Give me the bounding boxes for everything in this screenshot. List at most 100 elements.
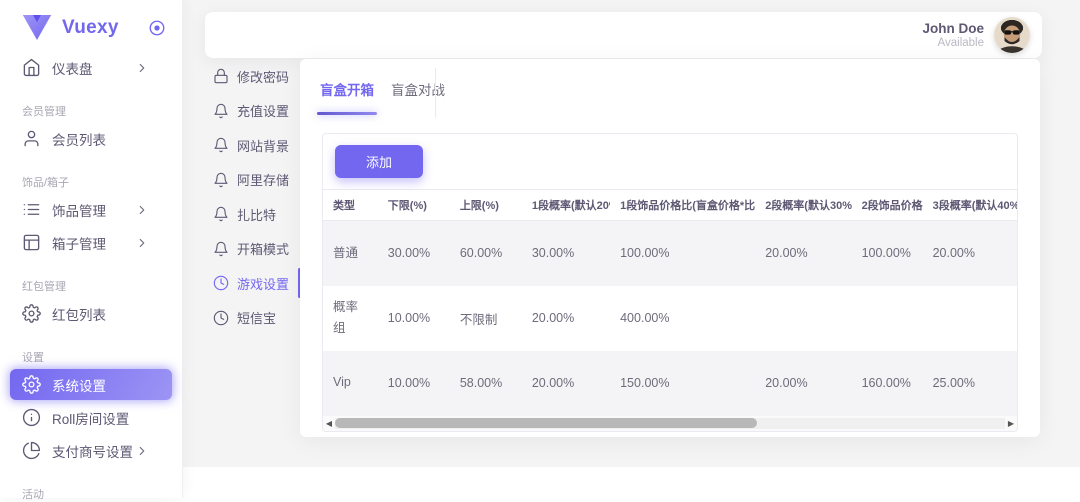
chevron-right-icon xyxy=(135,203,149,217)
table-row: 普通 30.00% 60.00% 30.00% 100.00% 20.00% 1… xyxy=(323,221,1017,286)
cell-lower: 30.00% xyxy=(378,221,450,286)
sidebar-section-redpacket: 红包管理 xyxy=(10,278,172,294)
sidebar-item-roll-room-settings[interactable]: Roll房间设置 xyxy=(10,402,172,433)
sidebar-item-label: 会员列表 xyxy=(52,129,106,149)
sidebar-item-payment-merchant-settings[interactable]: 支付商号设置 xyxy=(10,435,172,466)
cell-value: 概率组 xyxy=(333,297,367,340)
col-header-stage1-prob: 1段概率(默认20%) xyxy=(522,190,610,221)
sidebar-item-box-management[interactable]: 箱子管理 xyxy=(10,227,172,258)
cell-s2-ratio: 100.00% xyxy=(852,221,923,286)
settings-item-label: 阿里存储 xyxy=(237,170,289,189)
cell-value: Vip xyxy=(333,372,351,393)
main-sidebar: Vuexy 仪表盘 会员管理 会员列表 饰品/箱子 饰品管理 箱子管理 红包管理… xyxy=(0,0,183,498)
col-header-stage1-price-ratio: 1段饰品价格比(盲盒价格*比例) xyxy=(610,190,755,221)
sidebar-item-redpacket-list[interactable]: 红包列表 xyxy=(10,298,172,329)
cell-s2-prob: 20.00% xyxy=(755,351,851,416)
bell-icon xyxy=(213,172,229,188)
cell-upper: 58.00% xyxy=(450,351,522,416)
sidebar-section-items-boxes: 饰品/箱子 xyxy=(10,174,172,190)
sidebar-item-member-list[interactable]: 会员列表 xyxy=(10,123,172,154)
cell-type: 概率组 xyxy=(323,286,378,351)
bell-icon xyxy=(213,137,229,153)
cell-s1-prob: 20.00% xyxy=(522,351,610,416)
sidebar-item-system-settings[interactable]: 系统设置 xyxy=(10,369,172,400)
tab-blindbox-battle[interactable]: 盲盒对战 xyxy=(391,59,445,118)
probability-table: 类型 下限(%) 上限(%) 1段概率(默认20%) 1段饰品价格比(盲盒价格*… xyxy=(323,189,1017,416)
gear-icon xyxy=(22,375,41,394)
settings-item-label: 网站背景 xyxy=(237,136,289,155)
settings-item-site-background[interactable]: 网站背景 xyxy=(213,133,283,157)
brand-header: Vuexy xyxy=(0,0,182,46)
col-header-type: 类型 xyxy=(323,190,378,221)
col-header-lower-limit: 下限(%) xyxy=(378,190,450,221)
cell-s3-prob xyxy=(923,286,1017,351)
tab-blindbox-open[interactable]: 盲盒开箱 xyxy=(320,59,374,118)
col-header-upper-limit: 上限(%) xyxy=(450,190,522,221)
chevron-right-icon xyxy=(135,444,149,458)
probability-table-card: 添加 类型 下限(%) 上限(%) 1段概率(默认20%) 1段饰品价格比(盲盒… xyxy=(322,133,1018,432)
user-info: John Doe Available xyxy=(922,21,984,49)
settings-item-recharge[interactable]: 充值设置 xyxy=(213,99,283,123)
cell-type: Vip xyxy=(323,351,378,416)
col-header-stage2-prob: 2段概率(默认30%) xyxy=(755,190,851,221)
clock-icon xyxy=(213,310,229,326)
table-row: 概率组 10.00% 不限制 20.00% 400.00% xyxy=(323,286,1017,351)
user-icon xyxy=(22,129,41,148)
scrollbar-thumb[interactable] xyxy=(335,418,757,428)
table-toolbar: 添加 xyxy=(323,134,1017,189)
user-name: John Doe xyxy=(922,21,984,36)
settings-item-game-settings[interactable]: 游戏设置 xyxy=(213,271,283,295)
scroll-left-arrow-icon[interactable]: ◀ xyxy=(323,416,335,431)
chevron-right-icon xyxy=(135,236,149,250)
cell-type: 普通 xyxy=(323,221,378,286)
settings-item-sms-bao[interactable]: 短信宝 xyxy=(213,306,283,330)
avatar[interactable] xyxy=(994,17,1030,53)
settings-item-label: 短信宝 xyxy=(237,308,276,327)
settings-menu: 修改密码 充值设置 网站背景 阿里存储 扎比特 开箱模式 游戏设置 短信宝 xyxy=(213,64,283,340)
top-navbar: John Doe Available xyxy=(205,12,1042,58)
sidebar-section-settings: 设置 xyxy=(10,349,172,365)
gear-icon xyxy=(22,304,41,323)
settings-item-label: 扎比特 xyxy=(237,205,276,224)
scrollbar-track[interactable] xyxy=(335,418,1005,429)
sidebar-section-members: 会员管理 xyxy=(10,103,172,119)
sidebar-item-label: 系统设置 xyxy=(52,375,106,395)
horizontal-scrollbar: ◀ ▶ xyxy=(323,416,1017,431)
list-icon xyxy=(22,200,41,219)
sidebar-item-label: 支付商号设置 xyxy=(52,441,133,461)
sidebar-item-label: 饰品管理 xyxy=(52,200,106,220)
sidebar-item-dashboard[interactable]: 仪表盘 xyxy=(10,52,172,83)
add-button[interactable]: 添加 xyxy=(335,145,423,178)
content-area: John Doe Available 修改密码 充值设置 xyxy=(183,0,1080,467)
settings-item-ali-storage[interactable]: 阿里存储 xyxy=(213,168,283,192)
cell-lower: 10.00% xyxy=(378,286,450,351)
cell-value: 普通 xyxy=(333,243,358,264)
settings-item-zhabite[interactable]: 扎比特 xyxy=(213,202,283,226)
info-icon xyxy=(22,408,41,427)
sidebar-item-item-management[interactable]: 饰品管理 xyxy=(10,194,172,225)
bell-icon xyxy=(213,206,229,222)
lock-icon xyxy=(213,68,229,84)
clock-icon xyxy=(213,275,229,291)
cell-upper: 不限制 xyxy=(450,286,522,351)
vuexy-logo-icon xyxy=(22,15,52,40)
home-icon xyxy=(22,58,41,77)
pie-chart-icon xyxy=(22,441,41,460)
sidebar-item-label: 红包列表 xyxy=(52,304,106,324)
sidebar-item-label: 箱子管理 xyxy=(52,233,106,253)
settings-item-change-password[interactable]: 修改密码 xyxy=(213,64,283,88)
col-header-stage2-price-ratio: 2段饰品价格比 xyxy=(852,190,923,221)
avatar-image xyxy=(994,17,1030,53)
sidebar-nav: 仪表盘 会员管理 会员列表 饰品/箱子 饰品管理 箱子管理 红包管理 红包列表 … xyxy=(0,46,182,502)
brand-name[interactable]: Vuexy xyxy=(62,17,119,39)
sidebar-item-label: Roll房间设置 xyxy=(52,408,129,428)
sidebar-pin-toggle-icon[interactable] xyxy=(148,19,166,37)
cell-s2-ratio: 160.00% xyxy=(852,351,923,416)
settings-item-label: 充值设置 xyxy=(237,101,289,120)
settings-item-label: 开箱模式 xyxy=(237,239,289,258)
settings-item-unbox-mode[interactable]: 开箱模式 xyxy=(213,237,283,261)
settings-item-label: 游戏设置 xyxy=(237,274,289,293)
scroll-right-arrow-icon[interactable]: ▶ xyxy=(1005,416,1017,431)
cell-lower: 10.00% xyxy=(378,351,450,416)
cell-s1-ratio: 100.00% xyxy=(610,221,755,286)
